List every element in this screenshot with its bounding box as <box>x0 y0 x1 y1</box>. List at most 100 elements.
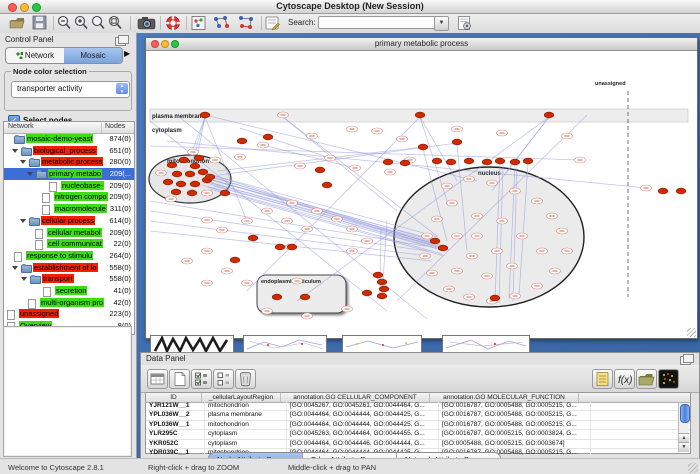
zoom-out-icon[interactable] <box>56 15 74 31</box>
network-node[interactable] <box>415 112 425 118</box>
tree-row[interactable]: macromolecule311(0) <box>4 203 134 215</box>
network-node[interactable] <box>438 245 448 251</box>
network-node[interactable] <box>272 294 282 300</box>
column-header[interactable]: _cellularLayoutRegion <box>202 393 281 402</box>
tree-row[interactable]: cellular process614(0) <box>4 215 134 227</box>
network-node[interactable] <box>237 138 247 144</box>
tab-mosaic[interactable]: Mosaic <box>64 48 122 63</box>
network-node[interactable] <box>495 158 505 164</box>
scroll-down-icon[interactable]: ▼ <box>679 442 689 452</box>
network-node[interactable] <box>205 174 215 180</box>
tree-row[interactable]: cell communicat22(0) <box>4 238 134 250</box>
network-node[interactable] <box>190 163 200 169</box>
table-scrollbar[interactable]: ▲ ▼ <box>678 403 689 452</box>
network-node[interactable] <box>510 159 520 165</box>
zoom-fit-icon[interactable] <box>107 15 125 31</box>
tree-row[interactable]: establishment of lo558(0) <box>4 262 134 274</box>
network-node[interactable] <box>482 159 492 165</box>
import-attributes-icon[interactable] <box>636 369 657 389</box>
camera-snapshot-icon[interactable] <box>137 15 155 31</box>
window-resize-grip[interactable] <box>688 463 698 473</box>
network-node[interactable] <box>248 235 258 241</box>
network-node[interactable] <box>446 159 456 165</box>
tree-row[interactable]: biological_process651(0) <box>4 145 134 157</box>
network-node[interactable] <box>377 293 387 299</box>
node-color-dropdown[interactable]: transporter activity ▲▼ <box>11 81 130 98</box>
edit-form-icon[interactable] <box>264 15 282 31</box>
network-node[interactable] <box>452 139 462 145</box>
network-node[interactable] <box>315 167 325 173</box>
new-attribute-icon[interactable] <box>169 369 190 389</box>
expand-arrow-icon[interactable] <box>12 266 18 270</box>
tree-row[interactable]: nitrogen compo209(0) <box>4 191 134 203</box>
network-node[interactable] <box>176 181 186 187</box>
network-node[interactable] <box>198 169 208 175</box>
tree-row[interactable]: multi-organism pro42(0) <box>4 297 134 309</box>
search-dropdown-button[interactable]: ▼ <box>434 16 449 31</box>
network-node[interactable] <box>432 158 442 164</box>
annotation-icon[interactable] <box>190 15 208 31</box>
column-header[interactable]: annotation.GO MOLECULAR_FUNCTION <box>430 393 579 402</box>
search-input[interactable] <box>318 16 436 29</box>
network-node[interactable] <box>200 112 210 118</box>
network-node[interactable] <box>418 144 428 150</box>
network-node[interactable] <box>362 290 372 296</box>
float-panel-icon[interactable] <box>115 37 126 46</box>
network-node[interactable] <box>377 279 387 285</box>
network-layout-2-icon[interactable] <box>237 15 255 31</box>
tree-row[interactable]: transport558(0) <box>4 273 134 285</box>
network-node[interactable] <box>172 171 182 177</box>
heatmap-icon[interactable] <box>658 369 679 389</box>
network-node[interactable] <box>658 188 668 194</box>
table-row[interactable]: YPL036W__2plasma membrane[GO:0044464, GO… <box>146 411 690 420</box>
delete-attribute-icon[interactable] <box>235 369 256 389</box>
network-node[interactable] <box>187 190 197 196</box>
tree-row[interactable]: cellular metabol209(0) <box>4 227 134 239</box>
network-node[interactable] <box>171 189 181 195</box>
network-node[interactable] <box>430 238 440 244</box>
unselect-attributes-icon[interactable] <box>213 369 234 389</box>
zoom-in-icon[interactable] <box>73 15 91 31</box>
table-row[interactable]: YKR052Ccytoplasm[GO:0044464, GO:0044446,… <box>146 440 690 449</box>
network-node[interactable] <box>676 188 686 194</box>
network-node[interactable] <box>379 286 389 292</box>
column-header[interactable]: annotation.GO CELLULAR_COMPONENT <box>281 393 430 402</box>
network-frame-titlebar[interactable]: primary metabolic process <box>146 38 697 51</box>
tree-row[interactable]: unassigned223(0) <box>4 308 134 320</box>
tree-row[interactable]: response to stimulu264(0) <box>4 250 134 262</box>
expand-arrow-icon[interactable] <box>27 172 33 176</box>
network-layout-1-icon[interactable] <box>212 15 230 31</box>
network-node[interactable] <box>400 160 410 166</box>
network-node[interactable] <box>179 157 189 163</box>
help-lifering-icon[interactable] <box>164 15 182 31</box>
frame-resize-grip[interactable] <box>687 328 696 337</box>
network-canvas[interactable]: plasma membrane cytoplasm mitochondrion … <box>147 51 694 335</box>
formula-icon[interactable]: f(x) <box>614 369 635 389</box>
network-node[interactable] <box>287 244 297 250</box>
network-node[interactable] <box>220 190 230 196</box>
float-data-panel-icon[interactable] <box>680 356 691 365</box>
save-icon[interactable] <box>31 15 49 31</box>
tree-row[interactable]: metabolic process280(0) <box>4 156 134 168</box>
network-node[interactable] <box>544 112 554 118</box>
network-node[interactable] <box>464 158 474 164</box>
network-node[interactable] <box>190 181 200 187</box>
network-node[interactable] <box>490 295 500 301</box>
network-node[interactable] <box>167 162 177 168</box>
network-node[interactable] <box>300 294 310 300</box>
expand-arrow-icon[interactable] <box>20 160 26 164</box>
table-row[interactable]: YLR295Ccytoplasm[GO:0045263, GO:0044464,… <box>146 430 690 439</box>
column-header[interactable]: ID <box>146 393 202 402</box>
tree-row[interactable]: mosaic-demo-yeast874(0) <box>4 133 134 145</box>
network-node[interactable] <box>185 171 195 177</box>
expand-arrow-icon[interactable] <box>20 219 26 223</box>
attribute-table-icon[interactable] <box>147 369 168 389</box>
tree-row[interactable]: nucleobase-209(0) <box>4 180 134 192</box>
zoom-selected-icon[interactable] <box>90 15 108 31</box>
network-node[interactable] <box>263 134 273 140</box>
table-row[interactable]: YJR121W__1mitochondrion[GO:0045267, GO:0… <box>146 402 690 411</box>
network-node[interactable] <box>373 272 383 278</box>
scrollbar-thumb[interactable] <box>680 404 690 423</box>
birdseye-view-panel[interactable] <box>3 326 132 457</box>
table-row[interactable]: YPL036W__1mitochondrion[GO:0044464, GO:0… <box>146 421 690 430</box>
